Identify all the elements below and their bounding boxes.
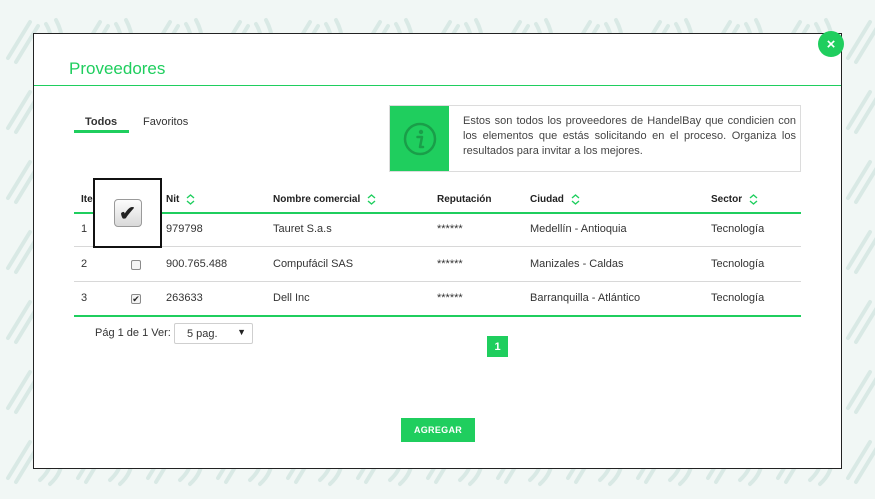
header-city[interactable]: Ciudad	[530, 194, 580, 205]
table-footer-divider	[74, 315, 801, 317]
checkbox-zoom-callout: ✔	[93, 178, 162, 248]
row-item: 2	[81, 258, 88, 270]
row-name: Tauret S.a.s	[273, 223, 332, 235]
row-reputation: ******	[437, 258, 463, 270]
pagination-label: Pág 1 de 1 Ver:	[95, 327, 171, 339]
row-item: 1	[81, 223, 88, 235]
row-reputation: ******	[437, 292, 463, 304]
row-nit: 263633	[166, 292, 203, 304]
header-name-label: Nombre comercial	[273, 194, 361, 206]
suppliers-modal: Proveedores Todos Favoritos Estos son to…	[33, 33, 842, 469]
header-reputation: Reputación	[437, 194, 492, 205]
header-nit-label: Nit	[166, 194, 180, 206]
sort-icon[interactable]	[749, 194, 758, 205]
sort-icon[interactable]	[571, 194, 580, 205]
modal-title: Proveedores	[69, 59, 166, 78]
title-divider	[34, 85, 841, 86]
info-text: Estos son todos los proveedores de Hande…	[463, 115, 796, 157]
row-city: Barranquilla - Atlántico	[530, 292, 641, 304]
per-page-select[interactable]: 5 pag. ▼	[174, 323, 253, 344]
row-checkbox[interactable]	[131, 260, 141, 270]
row-sector: Tecnología	[711, 223, 765, 235]
row-sector: Tecnología	[711, 292, 765, 304]
header-nit[interactable]: Nit	[166, 194, 195, 205]
row-name: Dell Inc	[273, 292, 310, 304]
header-sector[interactable]: Sector	[711, 194, 758, 205]
row-nit: 979798	[166, 223, 203, 235]
info-icon-area	[390, 106, 449, 171]
sort-icon[interactable]	[186, 194, 195, 205]
page-1-button[interactable]: 1	[487, 336, 508, 357]
row-name: Compufácil SAS	[273, 258, 354, 270]
close-icon: ×	[826, 35, 836, 53]
row-divider	[74, 246, 801, 247]
close-button[interactable]: ×	[818, 31, 844, 57]
active-tab-indicator	[74, 130, 129, 133]
table-header-divider	[74, 212, 801, 214]
row-sector: Tecnología	[711, 258, 765, 270]
row-city: Medellín - Antioquia	[530, 223, 627, 235]
tab-favorites[interactable]: Favoritos	[143, 116, 188, 128]
header-item: Ite	[81, 194, 93, 205]
header-city-label: Ciudad	[530, 194, 564, 206]
info-icon	[403, 122, 436, 155]
row-nit: 900.765.488	[166, 258, 228, 270]
per-page-value: 5 pag.	[187, 328, 218, 340]
row-reputation: ******	[437, 223, 463, 235]
tab-all[interactable]: Todos	[85, 116, 117, 128]
row-city: Manizales - Caldas	[530, 258, 624, 270]
header-name[interactable]: Nombre comercial	[273, 194, 376, 205]
row-item: 3	[81, 292, 88, 304]
add-button[interactable]: AGREGAR	[401, 418, 475, 442]
header-sector-label: Sector	[711, 194, 743, 206]
checkbox-zoom: ✔	[113, 199, 142, 227]
row-divider	[74, 281, 801, 282]
info-box: Estos son todos los proveedores de Hande…	[389, 105, 801, 172]
sort-icon[interactable]	[367, 194, 376, 205]
row-checkbox[interactable]: ✔	[131, 294, 141, 304]
chevron-down-icon: ▼	[237, 327, 246, 337]
